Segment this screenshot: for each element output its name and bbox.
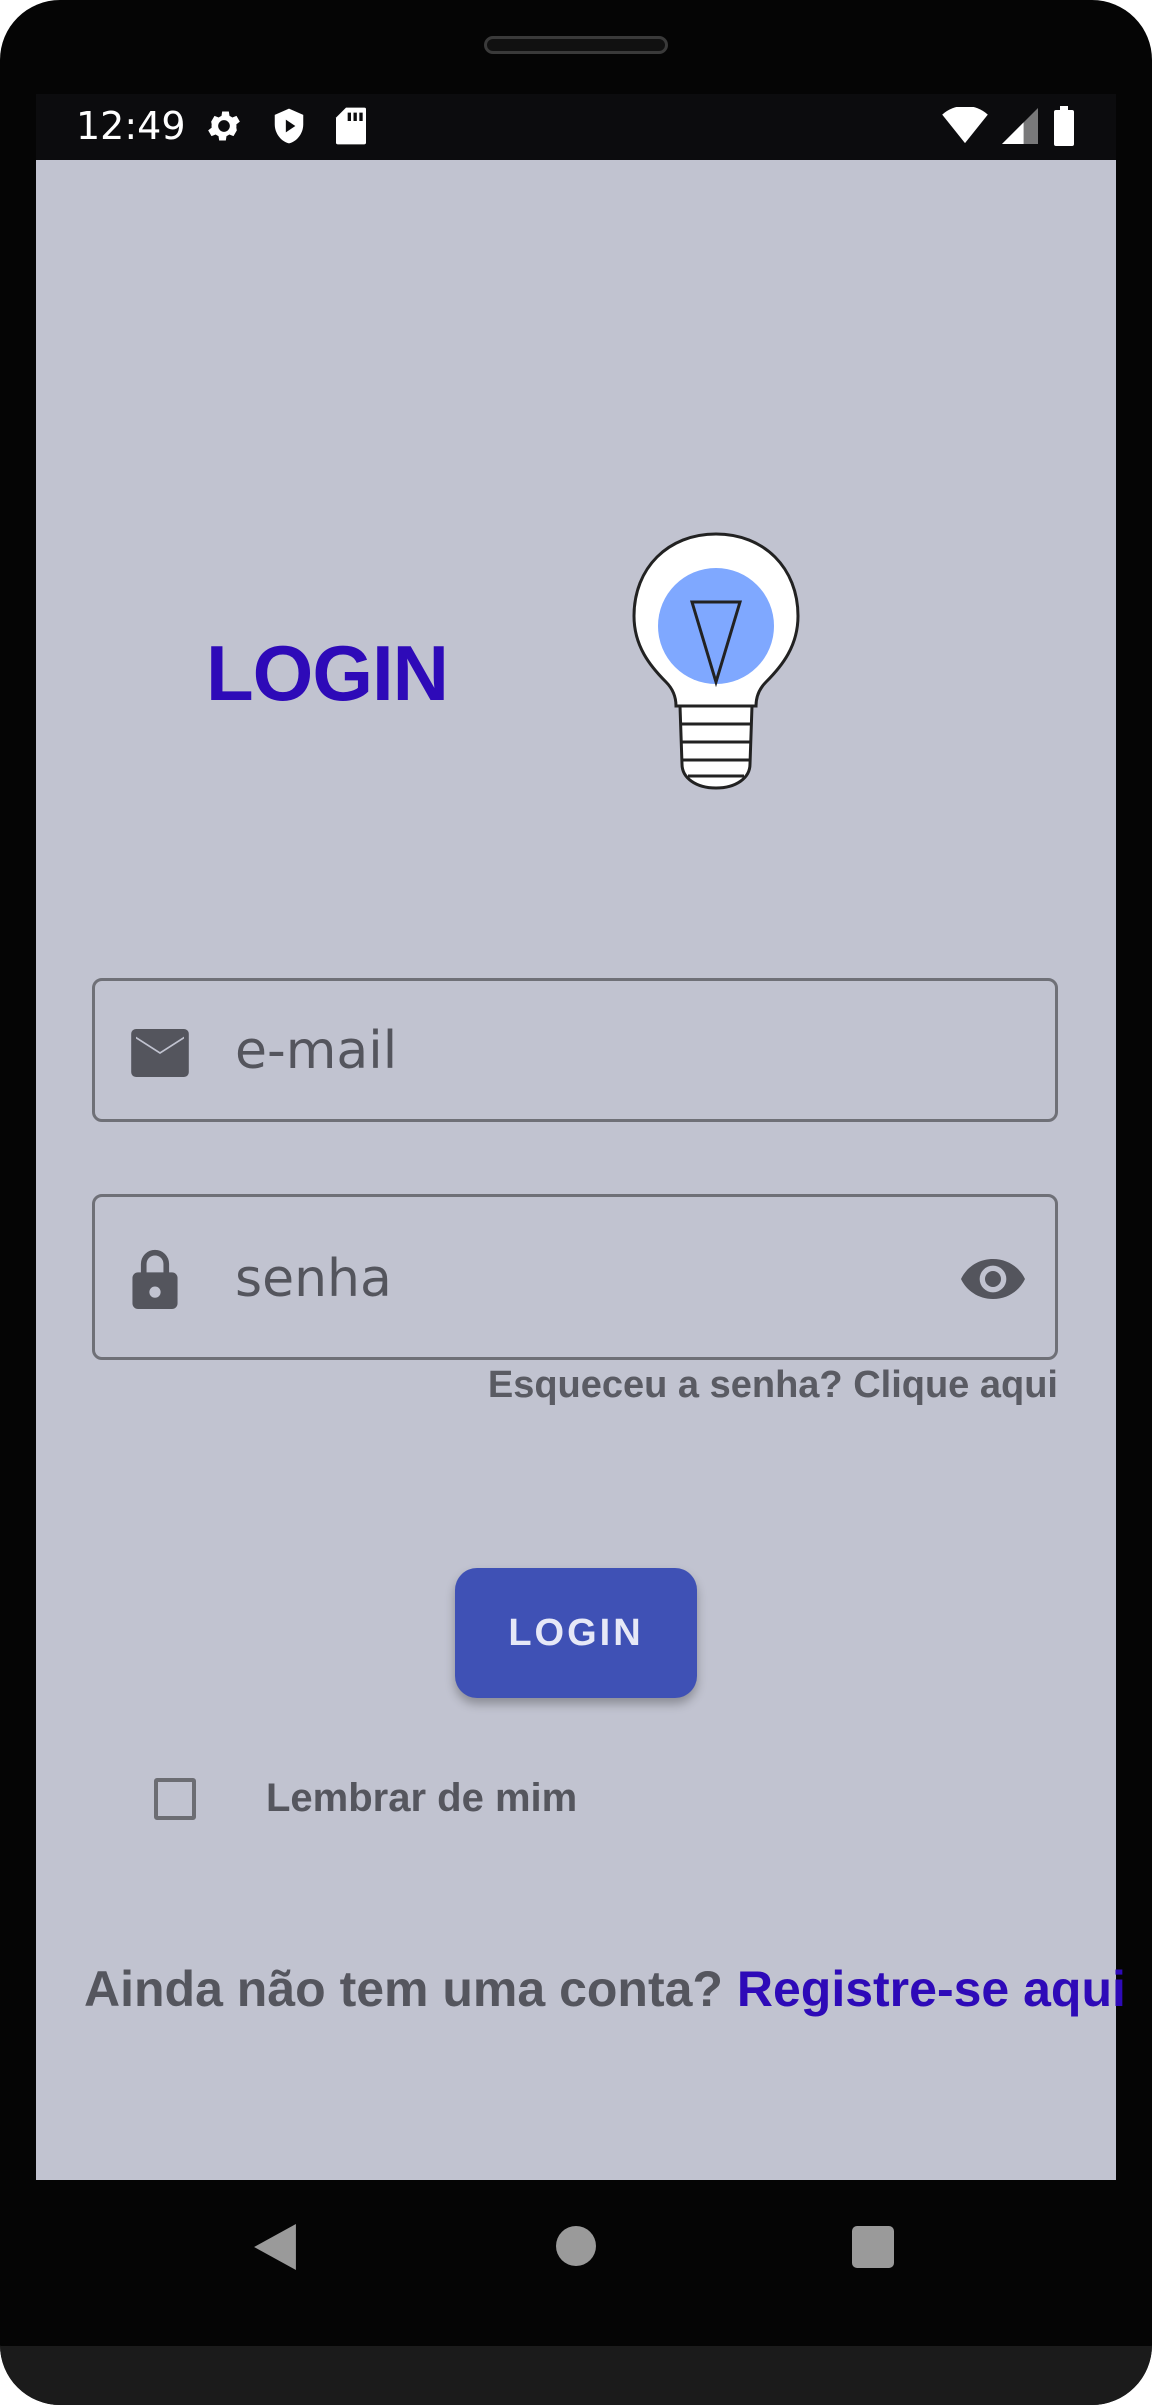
eye-icon[interactable]	[961, 1259, 1025, 1304]
status-bar: 12:49	[36, 94, 1116, 160]
shield-play-icon	[270, 106, 308, 146]
phone-frame: 12:49 LOGIN e-mail Esqueceu a senha? Cli…	[0, 0, 1152, 2405]
status-right-icons	[942, 106, 1076, 146]
email-input[interactable]	[235, 1021, 915, 1081]
register-link[interactable]: Registre-se aqui	[737, 1961, 1126, 2017]
status-time: 12:49	[76, 104, 186, 148]
register-prompt-line: Ainda não tem uma conta? Registre-se aqu…	[84, 1960, 1126, 2018]
email-icon	[131, 1029, 189, 1082]
forgot-password-link[interactable]: Esqueceu a senha? Clique aqui	[488, 1364, 1058, 1407]
password-input[interactable]	[235, 1249, 915, 1309]
recents-icon[interactable]	[852, 2226, 894, 2268]
remember-me-checkbox[interactable]	[154, 1778, 196, 1820]
back-icon[interactable]	[254, 2224, 296, 2275]
lock-icon	[131, 1247, 179, 1314]
email-field[interactable]	[92, 978, 1058, 1122]
login-screen: LOGIN e-mail Esqueceu a senha? Clique aq…	[36, 160, 1126, 2180]
settings-icon	[204, 106, 244, 146]
sd-card-icon	[334, 106, 368, 146]
lightbulb-icon	[616, 530, 816, 805]
remember-me-label[interactable]: Lembrar de mim	[266, 1776, 577, 1821]
password-field[interactable]	[92, 1194, 1058, 1360]
bottom-bezel	[0, 2346, 1152, 2405]
register-prompt: Ainda não tem uma conta?	[84, 1961, 723, 2017]
login-button[interactable]: LOGIN	[455, 1568, 697, 1698]
wifi-icon	[942, 107, 988, 145]
earpiece-speaker	[484, 36, 668, 54]
signal-icon	[1002, 107, 1038, 145]
navigation-bar	[0, 2180, 1152, 2350]
page-title: LOGIN	[206, 629, 449, 717]
battery-icon	[1052, 106, 1076, 146]
status-left-icons	[204, 106, 368, 146]
home-icon[interactable]	[556, 2226, 596, 2266]
